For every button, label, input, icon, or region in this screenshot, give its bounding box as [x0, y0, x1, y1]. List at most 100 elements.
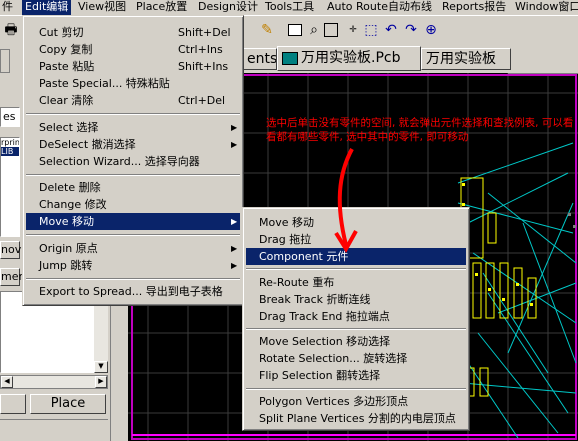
tab-documents[interactable]: ents: [242, 48, 277, 70]
menu-place[interactable]: Place放置: [136, 0, 187, 15]
copy-shortcut: Ctrl+Ins: [178, 43, 223, 56]
menu-auto-route[interactable]: Auto Route自动布线: [327, 0, 432, 15]
menu-bar: 件 Edit编辑 View视图 Place放置 Design设计 Tools工具…: [0, 0, 578, 15]
reroute-label: Re-Route 重布: [259, 276, 335, 289]
submenu-arrow-icon: ▶: [231, 140, 238, 149]
place-button[interactable]: Place: [30, 394, 106, 414]
pcb-file-icon: [282, 51, 298, 65]
submenu-arrow-icon: ▶: [231, 217, 238, 226]
tab-area-empty: [511, 48, 578, 73]
drag-track-end-label: Drag Track End 拖拉端点: [259, 310, 390, 323]
scroll-down-icon[interactable]: ▼: [94, 361, 108, 373]
menu-item-break-track[interactable]: Break Track 折断连线: [246, 291, 466, 308]
menu-item-deselect[interactable]: DeSelect 撤消选择 ▶: [26, 136, 240, 153]
menu-separator: [26, 234, 240, 236]
menu-item-jump[interactable]: Jump 跳转 ▶: [26, 257, 240, 274]
rotate-selection-label: Rotate Selection... 旋转选择: [259, 352, 408, 365]
menu-file[interactable]: 件: [2, 0, 13, 15]
change-label: Change 修改: [39, 198, 107, 211]
menu-item-rotate-selection[interactable]: Rotate Selection... 旋转选择: [246, 350, 466, 367]
move-selection-label: Move Selection 移动选择: [259, 335, 391, 348]
scroll-right-icon[interactable]: ▶: [95, 376, 107, 388]
menu-item-drag-track-end[interactable]: Drag Track End 拖拉端点: [246, 308, 466, 325]
clear-shortcut: Ctrl+Del: [178, 94, 226, 107]
panel-combo[interactable]: es: [0, 107, 20, 127]
break-track-label: Break Track 折断连线: [259, 293, 371, 306]
jump-label: Jump 跳转: [39, 259, 93, 272]
menu-item-delete[interactable]: Delete 删除: [26, 179, 240, 196]
select-label: Select 选择: [39, 121, 99, 134]
submenu-arrow-icon: ▶: [231, 244, 238, 253]
menu-separator: [26, 113, 240, 115]
cross-icon[interactable]: ✛: [344, 21, 362, 39]
tab-pcb-label: 万用实验板.Pcb: [301, 50, 401, 66]
menu-design[interactable]: Design设计: [198, 0, 258, 15]
delete-label: Delete 删除: [39, 181, 101, 194]
origin-label: Origin 原点: [39, 242, 98, 255]
menu-item-export[interactable]: Export to Spread... 导出到电子表格: [26, 283, 240, 300]
menu-reports[interactable]: Reports报告: [442, 0, 506, 15]
paste-special-label: Paste Special... 特殊粘贴: [39, 77, 170, 90]
menu-item-reroute[interactable]: Re-Route 重布: [246, 274, 466, 291]
menu-separator: [246, 388, 466, 390]
tree-item-selected[interactable]: LIB: [1, 147, 19, 156]
tab-pcb-active[interactable]: 万用实验板.Pcb: [277, 46, 421, 71]
menu-item-clear[interactable]: Clear 清除 Ctrl+Del: [26, 92, 240, 109]
menu-item-copy[interactable]: Copy 复制 Ctrl+Ins: [26, 41, 240, 58]
submenu-arrow-icon: ▶: [231, 261, 238, 270]
drag-label: Drag 拖拉: [259, 233, 312, 246]
menu-item-move-selection[interactable]: Move Selection 移动选择: [246, 333, 466, 350]
panel-footer: [0, 419, 108, 441]
horizontal-scrollbar[interactable]: ◀ ▶: [0, 375, 108, 389]
canvas-border: [508, 73, 578, 74]
edit-button[interactable]: [0, 394, 26, 414]
menu-separator: [26, 174, 240, 176]
menu-item-change[interactable]: Change 修改: [26, 196, 240, 213]
edit-menu: Cut 剪切 Shift+Del Copy 复制 Ctrl+Ins Paste 粘贴…: [22, 15, 244, 306]
board-icon[interactable]: [288, 24, 302, 36]
wand-icon[interactable]: ✎: [258, 21, 276, 39]
menu-item-paste[interactable]: Paste 粘贴 Shift+Ins: [26, 58, 240, 75]
menu-separator: [246, 268, 466, 270]
clear-label: Clear 清除: [39, 94, 94, 107]
cut-label: Cut 剪切: [39, 26, 84, 39]
polygon-vertices-label: Polygon Vertices 多边形顶点: [259, 395, 409, 408]
menu-item-split-plane-vertices[interactable]: Split Plane Vertices 分割的内电层顶点: [246, 410, 466, 427]
move-move-label: Move 移动: [259, 216, 314, 229]
undo-icon[interactable]: ↶: [382, 21, 400, 39]
selection-wizard-label: Selection Wizard... 选择导向器: [39, 155, 200, 168]
menu-window[interactable]: Window窗口: [515, 0, 578, 15]
tab-documents-label: ents: [247, 51, 277, 67]
library-tree[interactable]: rprin LIB: [0, 137, 20, 237]
export-label: Export to Spread... 导出到电子表格: [39, 285, 223, 298]
menu-item-flip-selection[interactable]: Flip Selection 翻转选择: [246, 367, 466, 384]
panel-button[interactable]: [0, 49, 10, 73]
menu-item-select[interactable]: Select 选择 ▶: [26, 119, 240, 136]
menu-item-move[interactable]: Move 移动 ▶: [26, 213, 240, 230]
menu-tools[interactable]: Tools工具: [265, 0, 314, 15]
tree-item[interactable]: rprin: [1, 138, 19, 147]
browse-button[interactable]: nov: [0, 241, 21, 259]
menu-item-origin[interactable]: Origin 原点 ▶: [26, 240, 240, 257]
scroll-left-icon[interactable]: ◀: [1, 376, 13, 388]
redo-icon[interactable]: ↷: [402, 21, 420, 39]
grid-icon[interactable]: [324, 23, 338, 37]
menu-item-polygon-vertices[interactable]: Polygon Vertices 多边形顶点: [246, 393, 466, 410]
split-plane-vertices-label: Split Plane Vertices 分割的内电层顶点: [259, 412, 456, 425]
menu-view[interactable]: View视图: [78, 0, 126, 15]
select-icon[interactable]: ⬚: [362, 21, 380, 39]
paste-label: Paste 粘贴: [39, 60, 95, 73]
zoom-icon[interactable]: ⊕: [422, 21, 440, 39]
move-label: Move 移动: [39, 215, 94, 228]
copy-label: Copy 复制: [39, 43, 93, 56]
menu-separator: [26, 278, 240, 280]
tab-pcb-library-label: 万用实验板: [426, 51, 496, 67]
menu-item-selection-wizard[interactable]: Selection Wizard... 选择导向器: [26, 153, 240, 170]
search-icon[interactable]: ⌕: [305, 21, 323, 39]
print-icon[interactable]: 🖶: [2, 21, 20, 39]
menu-edit[interactable]: Edit编辑: [22, 0, 72, 15]
menu-item-paste-special[interactable]: Paste Special... 特殊粘贴: [26, 75, 240, 92]
tab-pcb-library[interactable]: 万用实验板: [421, 48, 511, 70]
menu-item-cut[interactable]: Cut 剪切 Shift+Del: [26, 24, 240, 41]
component-button[interactable]: men: [0, 268, 25, 286]
